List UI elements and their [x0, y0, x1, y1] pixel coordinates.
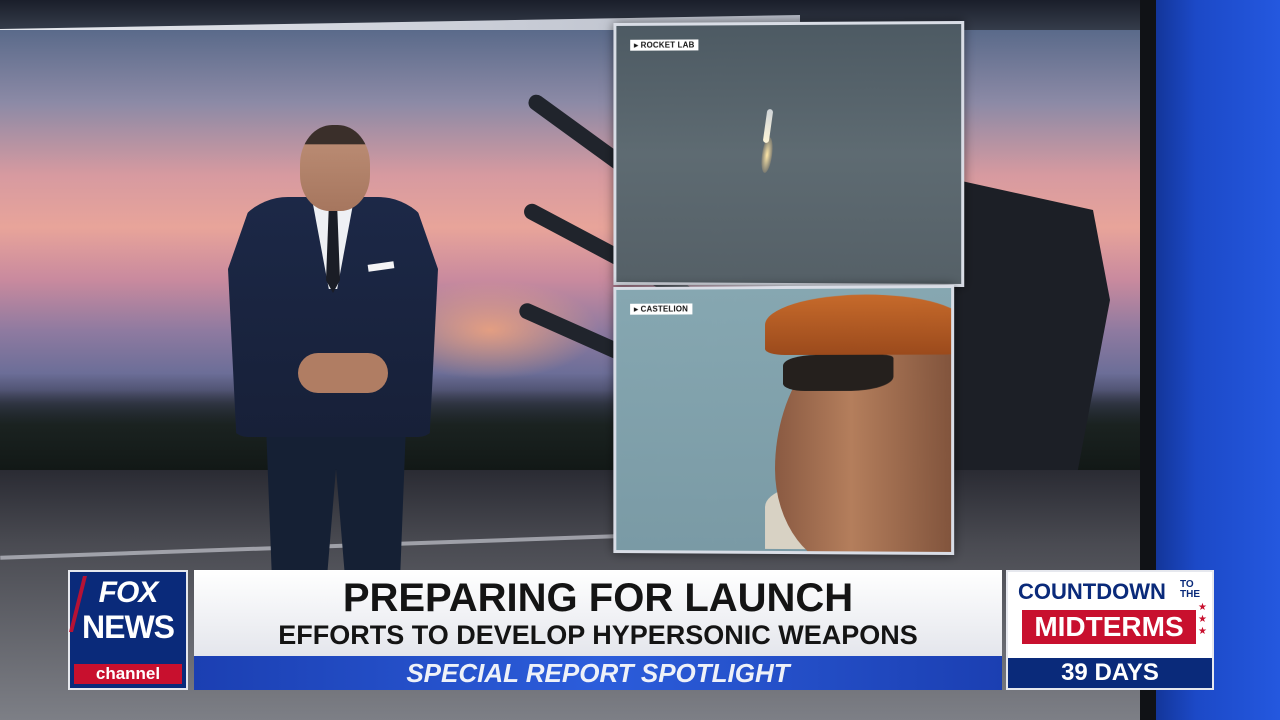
anchor-hands: [298, 353, 388, 393]
lower-third: FOX NEWS channel PREPARING FOR LAUNCH EF…: [68, 570, 1214, 690]
subheadline-text: EFFORTS TO DEVELOP HYPERSONIC WEAPONS: [278, 620, 918, 650]
anchor-head: [300, 125, 370, 211]
stars-icon: ★ ★ ★: [1198, 602, 1207, 637]
fox-news-logo: FOX NEWS channel: [68, 570, 188, 690]
logo-news: NEWS: [82, 609, 175, 645]
video-panel-worker: ▸ CASTELION: [613, 284, 955, 556]
countdown-days: 39 DAYS: [1008, 658, 1212, 688]
rocket-icon: [762, 108, 774, 144]
segment-title: SPECIAL REPORT SPOTLIGHT: [406, 658, 790, 688]
logo-channel: channel: [74, 664, 182, 684]
logo-fox: FOX: [98, 576, 159, 609]
video-source-text: ROCKET LAB: [640, 40, 695, 50]
anchor-legs: [266, 425, 406, 570]
launcher-silhouette: [940, 180, 1110, 480]
news-anchor: [228, 125, 438, 570]
video-source-label: ▸ ROCKET LAB: [630, 39, 699, 51]
video-source-label: ▸ CASTELION: [630, 303, 693, 315]
countdown-event: MIDTERMS: [1022, 610, 1196, 644]
segment-bar: SPECIAL REPORT SPOTLIGHT: [194, 656, 1002, 690]
hard-hat: [765, 293, 955, 356]
headline-box: PREPARING FOR LAUNCH EFFORTS TO DEVELOP …: [194, 570, 1002, 656]
countdown-label: COUNTDOWN: [1018, 579, 1166, 604]
safety-goggles: [782, 354, 894, 391]
video-source-text: CASTELION: [640, 304, 689, 314]
video-panel-rocket-launch: ▸ ROCKET LAB: [613, 20, 965, 288]
countdown-box: COUNTDOWN TO THE ★ ★ ★ MIDTERMS 39 DAYS: [1006, 570, 1214, 690]
headline-text: PREPARING FOR LAUNCH: [342, 576, 854, 620]
countdown-to-the: TO THE: [1180, 579, 1200, 600]
